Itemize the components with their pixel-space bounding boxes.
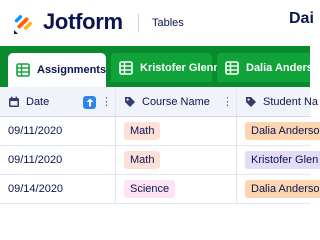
date-cell[interactable]: 09/11/2020: [0, 117, 116, 145]
jotform-logo-icon[interactable]: [12, 9, 36, 35]
course-tag: Math: [124, 122, 161, 140]
column-header-label: Date: [26, 95, 50, 108]
tag-icon: [125, 96, 135, 107]
student-tag: Dalia Anderso: [245, 180, 320, 198]
tab-label: Kristofer Glenn: [140, 61, 221, 74]
arrow-up-icon: [86, 98, 93, 107]
column-menu-icon[interactable]: ⋮: [101, 95, 112, 109]
product-name: Tables: [152, 17, 184, 29]
date-cell[interactable]: 09/11/2020: [0, 146, 116, 174]
student-tag: Dalia Anderso: [245, 122, 320, 140]
date-value: 09/11/2020: [8, 125, 63, 137]
column-header-student-name[interactable]: Student Na: [237, 87, 320, 116]
calendar-icon: [9, 96, 19, 107]
course-tag: Math: [124, 151, 161, 169]
column-header-label: Course Name: [142, 95, 210, 108]
table-icon: [16, 63, 30, 77]
table-row[interactable]: 09/11/2020 Math Kristofer Glen: [0, 146, 320, 175]
table-row[interactable]: 09/14/2020 Science Dalia Anderso: [0, 175, 320, 204]
brand-name[interactable]: Jotform: [43, 9, 123, 35]
column-menu-icon[interactable]: ⋮: [222, 95, 233, 109]
student-cell[interactable]: Dalia Anderso: [237, 175, 320, 203]
column-header-course-name[interactable]: Course Name ⋮: [116, 87, 237, 116]
tag-icon: [246, 96, 256, 107]
header-divider: [138, 14, 139, 32]
table-icon: [119, 60, 133, 75]
course-cell[interactable]: Math: [116, 146, 237, 174]
tab-bar: Assignments ⋮ Kristofer Glenn Dalia Ande…: [0, 46, 310, 87]
column-header-label: Student Na: [263, 95, 319, 108]
tab-dalia-anderson[interactable]: Dalia Anderson: [217, 53, 310, 82]
sort-ascending-button[interactable]: [83, 96, 96, 109]
course-cell[interactable]: Math: [116, 117, 237, 145]
date-value: 09/11/2020: [8, 154, 63, 166]
tab-assignments[interactable]: Assignments ⋮: [8, 53, 123, 87]
student-tag: Kristofer Glen: [245, 151, 320, 169]
tab-label: Assignments: [37, 64, 107, 76]
date-value: 09/14/2020: [8, 183, 64, 195]
table-icon: [225, 60, 239, 75]
date-cell[interactable]: 09/14/2020: [0, 175, 116, 203]
table-title[interactable]: Dai: [289, 10, 314, 28]
table-header-row: Date ⋮ Course Name ⋮ Student Na: [0, 87, 318, 117]
tab-kristofer-glenn[interactable]: Kristofer Glenn: [111, 53, 220, 82]
app-header: Jotform Tables Dai: [0, 0, 314, 46]
student-cell[interactable]: Kristofer Glen: [237, 146, 320, 174]
course-tag: Science: [124, 180, 176, 198]
column-header-date[interactable]: Date ⋮: [0, 87, 116, 116]
course-cell[interactable]: Science: [116, 175, 237, 203]
tab-label: Dalia Anderson: [246, 61, 310, 74]
student-cell[interactable]: Dalia Anderso: [237, 117, 320, 145]
table-row[interactable]: 09/11/2020 Math Dalia Anderso: [0, 117, 320, 146]
